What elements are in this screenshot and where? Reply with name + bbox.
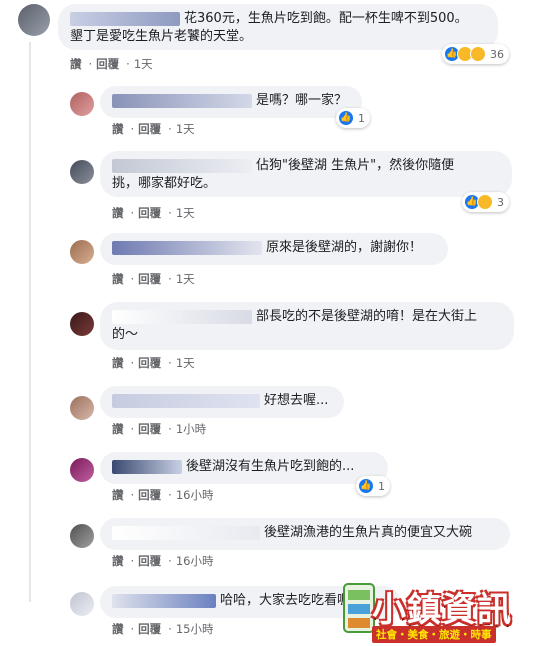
commenter-name[interactable] (112, 158, 252, 173)
comment-actions: 讚 · 回覆 · 1天 (70, 57, 153, 71)
avatar[interactable] (70, 592, 94, 616)
comment-actions: 讚 · 回覆 · 16小時 (112, 488, 214, 502)
like-button[interactable]: 讚 (112, 622, 124, 636)
reaction-count: 1 (378, 479, 385, 493)
avatar[interactable] (70, 458, 94, 482)
commenter-name[interactable] (112, 93, 252, 108)
watermark-subtitle: 社會・美食・旅遊・時事 (372, 626, 496, 643)
comment-text: 挑，哪家都好吃。 (112, 176, 217, 191)
reply-button[interactable]: 回覆 (138, 554, 161, 568)
comment-actions: 讚 · 回覆 · 1天 (112, 272, 195, 286)
timestamp[interactable]: 1天 (176, 206, 195, 220)
commenter-name[interactable] (70, 11, 180, 26)
like-icon: 👍 (338, 110, 354, 126)
like-button[interactable]: 讚 (112, 356, 124, 370)
timestamp[interactable]: 1小時 (176, 422, 206, 436)
comment-text: 是嗎？哪一家？ (256, 93, 348, 108)
like-button[interactable]: 讚 (112, 488, 124, 502)
timestamp[interactable]: 1天 (176, 122, 195, 136)
reply-button[interactable]: 回覆 (138, 422, 161, 436)
thread-line (29, 42, 31, 602)
avatar[interactable] (70, 524, 94, 548)
timestamp[interactable]: 1天 (176, 356, 195, 370)
avatar[interactable] (70, 396, 94, 420)
timestamp[interactable]: 1天 (134, 57, 153, 71)
comment-text: 佔狗"後壁湖 生魚片"，然後你隨便 (256, 158, 455, 173)
comment-bubble: 是嗎？哪一家？ (100, 86, 362, 118)
timestamp[interactable]: 1天 (176, 272, 195, 286)
comment-text: 哈哈，大家去吃吃看喔 (220, 593, 351, 608)
like-icon: 👍 (358, 478, 374, 494)
comment-text: 後壁湖漁港的生魚片真的便宜又大碗 (264, 525, 473, 540)
comment-bubble: 花360元，生魚片吃到飽。配一杯生啤不到500。 墾丁是愛吃生魚片老饕的天堂。 (58, 4, 498, 50)
comment-text: 原來是後壁湖的，謝謝你！ (266, 240, 423, 255)
like-button[interactable]: 讚 (112, 206, 124, 220)
reaction-count: 1 (358, 111, 365, 125)
comment-text: 花360元，生魚片吃到飽。配一杯生啤不到500。 (184, 11, 468, 26)
avatar[interactable] (70, 312, 94, 336)
reply-button[interactable]: 回覆 (138, 488, 161, 502)
commenter-name[interactable] (112, 459, 182, 474)
comment-actions: 讚 · 回覆 · 16小時 (112, 554, 214, 568)
avatar[interactable] (70, 92, 94, 116)
comment-actions: 讚 · 回覆 · 1天 (112, 356, 195, 370)
watermark-logo-icon (343, 583, 375, 633)
reply-button[interactable]: 回覆 (138, 272, 161, 286)
comment-actions: 讚 · 回覆 · 1小時 (112, 422, 207, 436)
reaction-count: 36 (490, 47, 504, 61)
comment-text: 部長吃的不是後壁湖的唷！是在大街上 (256, 309, 478, 324)
like-button[interactable]: 讚 (112, 554, 124, 568)
reaction-summary[interactable]: 👍 1 (356, 476, 390, 496)
reply-button[interactable]: 回覆 (138, 122, 161, 136)
comment-actions: 讚 · 回覆 · 15小時 (112, 622, 214, 636)
avatar[interactable] (70, 240, 94, 264)
commenter-name[interactable] (112, 309, 252, 324)
like-button[interactable]: 讚 (112, 422, 124, 436)
like-button[interactable]: 讚 (112, 272, 124, 286)
watermark-title: 小鎮資訊 (372, 590, 512, 630)
reply-button[interactable]: 回覆 (138, 622, 161, 636)
comment-text: 好想去喔... (264, 393, 329, 408)
avatar[interactable] (70, 160, 94, 184)
comment-bubble: 原來是後壁湖的，謝謝你！ (100, 233, 448, 265)
timestamp[interactable]: 15小時 (176, 622, 214, 636)
timestamp[interactable]: 16小時 (176, 488, 214, 502)
comment-text: 後壁湖沒有生魚片吃到飽的... (186, 459, 355, 474)
commenter-name[interactable] (112, 393, 260, 408)
reaction-summary[interactable]: 👍 1 (336, 108, 370, 128)
avatar[interactable] (18, 4, 50, 36)
comment-bubble: 後壁湖漁港的生魚片真的便宜又大碗 (100, 518, 510, 550)
wow-icon (477, 194, 493, 210)
reply-button[interactable]: 回覆 (138, 206, 161, 220)
reaction-summary[interactable]: 👍 36 (442, 44, 509, 64)
comment-bubble: 部長吃的不是後壁湖的唷！是在大街上 的～ (100, 302, 514, 350)
comment-bubble: 佔狗"後壁湖 生魚片"，然後你隨便 挑，哪家都好吃。 (100, 151, 512, 197)
like-button[interactable]: 讚 (70, 57, 82, 71)
comment-actions: 讚 · 回覆 · 1天 (112, 206, 195, 220)
comment-text: 墾丁是愛吃生魚片老饕的天堂。 (70, 29, 253, 44)
comment-actions: 讚 · 回覆 · 1天 (112, 122, 195, 136)
comment-bubble: 後壁湖沒有生魚片吃到飽的... (100, 452, 388, 484)
haha-icon (470, 46, 486, 62)
commenter-name[interactable] (112, 525, 260, 540)
commenter-name[interactable] (112, 593, 216, 608)
timestamp[interactable]: 16小時 (176, 554, 214, 568)
reply-button[interactable]: 回覆 (138, 356, 161, 370)
like-button[interactable]: 讚 (112, 122, 124, 136)
comment-bubble: 好想去喔... (100, 386, 344, 418)
comment-text: 的～ (112, 327, 139, 342)
watermark: 小鎮資訊 社會・美食・旅遊・時事 (342, 582, 552, 646)
reaction-count: 3 (497, 195, 504, 209)
reaction-summary[interactable]: 👍 3 (462, 192, 509, 212)
reply-button[interactable]: 回覆 (96, 57, 119, 71)
commenter-name[interactable] (112, 240, 262, 255)
